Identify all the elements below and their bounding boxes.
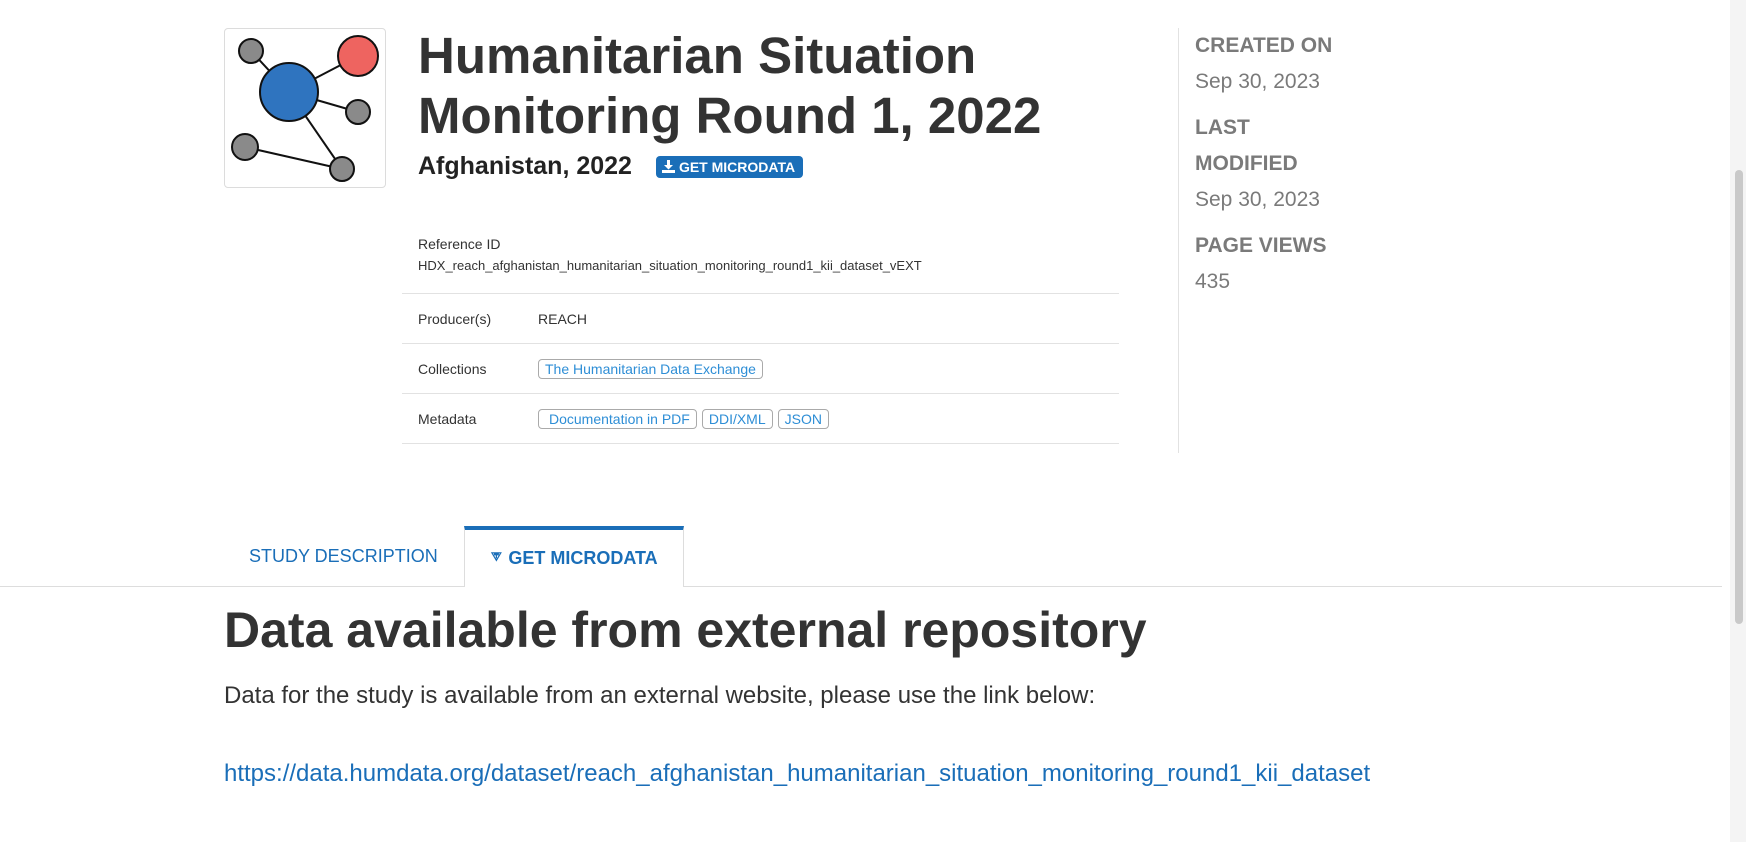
documentation-pdf-link[interactable]: Documentation in PDF — [538, 408, 697, 429]
study-country-year: Afghanistan, 2022 — [418, 152, 632, 180]
collection-link-hdx[interactable]: The Humanitarian Data Exchange — [538, 358, 763, 379]
page-title: Humanitarian Situation Monitoring Round … — [418, 27, 1042, 144]
get-microdata-badge-label: GET MICRODATA — [678, 158, 796, 175]
page-views-label: PAGE VIEWS — [1195, 234, 1327, 257]
collections-row: Collections The Humanitarian Data Exchan… — [402, 343, 1119, 393]
page-scrollbar[interactable] — [1730, 0, 1746, 842]
study-stats-sidebar: CREATED ON Sep 30, 2023 LAST MODIFIED Se… — [1178, 28, 1375, 453]
last-modified-label-line1: LAST — [1195, 116, 1250, 139]
reference-id-value: HDX_reach_afghanistan_humanitarian_situa… — [418, 258, 922, 273]
study-thumbnail — [224, 28, 386, 188]
study-metadata-table: Producer(s) REACH Collections The Humani… — [402, 293, 1119, 444]
tab-get-microdata-label: GET MICRODATA — [508, 548, 658, 568]
section-paragraph: Data for the study is available from an … — [224, 682, 1096, 709]
reference-id-label: Reference ID — [418, 236, 501, 252]
metadata-row: Metadata Documentation in PDF DDI/XML JS… — [402, 393, 1119, 444]
circle-arrow-icon: ⮗ — [490, 550, 503, 564]
subtitle-row: Afghanistan, 2022 GET MICRODATA — [418, 152, 804, 181]
producers-value: REACH — [538, 310, 588, 327]
last-modified-value: Sep 30, 2023 — [1195, 188, 1320, 211]
tab-study-description[interactable]: STUDY DESCRIPTION — [224, 526, 464, 586]
metadata-label: Metadata — [418, 410, 477, 427]
json-link[interactable]: JSON — [777, 408, 829, 429]
scrollbar-thumb[interactable] — [1735, 170, 1743, 624]
producers-row: Producer(s) REACH — [402, 293, 1119, 343]
ddi-xml-link[interactable]: DDI/XML — [701, 408, 773, 429]
get-microdata-badge[interactable]: GET MICRODATA — [655, 155, 804, 178]
study-tabs: STUDY DESCRIPTION ⮗ GET MICRODATA — [0, 526, 1722, 587]
external-dataset-link[interactable]: https://data.humdata.org/dataset/reach_a… — [224, 760, 1370, 788]
collections-label: Collections — [418, 360, 487, 377]
network-graph-icon — [231, 35, 379, 182]
section-heading: Data available from external repository — [224, 602, 1147, 658]
tab-study-description-label: STUDY DESCRIPTION — [249, 545, 438, 566]
last-modified-label-line2: MODIFIED — [1195, 152, 1298, 175]
created-on-label: CREATED ON — [1195, 34, 1333, 57]
download-icon — [661, 160, 675, 173]
reference-id-block: Reference ID HDX_reach_afghanistan_human… — [418, 236, 922, 273]
created-on-value: Sep 30, 2023 — [1195, 70, 1320, 93]
producers-label: Producer(s) — [418, 310, 492, 327]
page-views-value: 435 — [1195, 270, 1231, 293]
tab-get-microdata[interactable]: ⮗ GET MICRODATA — [464, 526, 684, 587]
